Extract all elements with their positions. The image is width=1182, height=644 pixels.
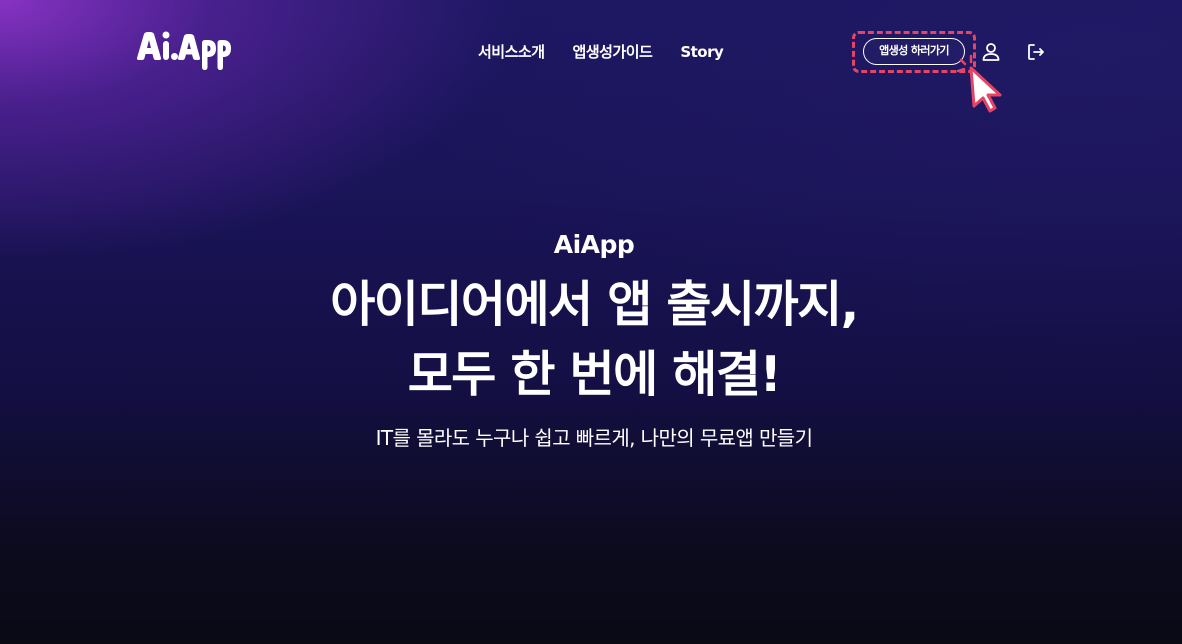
main-nav: 서비스소개 앱생성가이드 Story: [478, 42, 724, 62]
logo[interactable]: [136, 30, 232, 72]
hero-title-line1: 아이디어에서 앱 출시까지,: [330, 276, 859, 333]
cursor-pointer-icon: [956, 54, 1002, 113]
nav-item-service-intro[interactable]: 서비스소개: [478, 42, 545, 62]
nav-item-story[interactable]: Story: [680, 42, 723, 62]
hero-subtitle: IT를 몰라도 누구나 쉽고 빠르게, 나만의 무료앱 만들기: [375, 426, 813, 450]
hero-title-line2: 모두 한 번에 해결!: [407, 346, 782, 403]
page: 서비스소개 앱생성가이드 Story 앱생성 하러가기 AiApp 아이디어에서…: [0, 0, 1182, 644]
hero-brand: AiApp: [553, 230, 635, 259]
nav-item-app-guide[interactable]: 앱생성가이드: [573, 42, 653, 62]
create-app-button[interactable]: 앱생성 하러가기: [863, 38, 965, 65]
logout-icon[interactable]: [1025, 41, 1047, 63]
